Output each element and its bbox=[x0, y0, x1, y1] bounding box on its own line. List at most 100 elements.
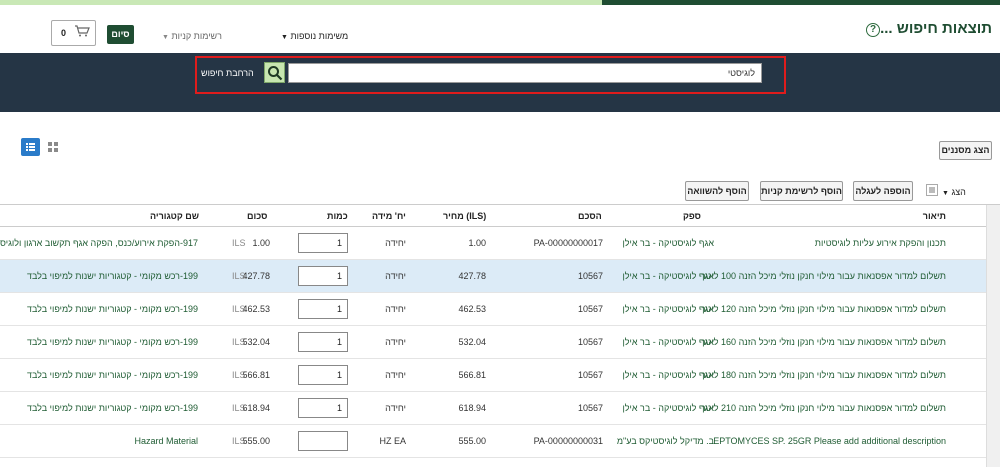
supplier-link[interactable]: אגף לוגיסטיקה - בר אילן bbox=[622, 304, 714, 314]
advanced-search-link[interactable]: הרחבת חיפוש bbox=[201, 68, 254, 78]
view-menu-label: הצג bbox=[951, 187, 966, 197]
detach-icon[interactable] bbox=[926, 184, 938, 196]
list-view-button[interactable] bbox=[21, 138, 40, 156]
currency-code: ILS bbox=[232, 304, 246, 314]
table-row[interactable]: תשלום למדור אפסנאות עבור מילוי חנקן נוזל… bbox=[0, 392, 986, 425]
view-menu[interactable]: ▼ הצג bbox=[942, 187, 966, 197]
agreement-number: PA-00000000031 bbox=[533, 436, 603, 446]
col-price[interactable]: מחיר (ILS) bbox=[443, 211, 486, 221]
col-description[interactable]: תיאור bbox=[923, 211, 946, 221]
uom-value: יחידה bbox=[385, 304, 406, 314]
category-link[interactable]: 199-רכש מקומי - קטגוריות ישנות למיפוי בל… bbox=[27, 403, 198, 413]
agreement-number: PA-00000000017 bbox=[533, 238, 603, 248]
item-description-link[interactable]: EPTOMYCES SP. 25GR Please add additional… bbox=[713, 436, 946, 446]
table-row[interactable]: תשלום למדור אפסנאות עבור מילוי חנקן נוזל… bbox=[0, 260, 986, 293]
cart-button[interactable]: 0 bbox=[51, 20, 96, 46]
search-icon bbox=[268, 66, 283, 81]
item-description-link[interactable]: תשלום למדור אפסנאות עבור מילוי חנקן נוזל… bbox=[701, 304, 946, 314]
agreement-number: 10567 bbox=[577, 403, 603, 413]
agreement-number: 10567 bbox=[577, 370, 603, 380]
price-value: 427.78 bbox=[458, 271, 486, 281]
help-icon[interactable]: ? bbox=[866, 23, 880, 37]
shop-by-category-label: קנה לפי קטגוריה bbox=[889, 116, 927, 141]
category-link[interactable]: 199-רכש מקומי - קטגוריות ישנות למיפוי בל… bbox=[27, 271, 198, 281]
quantity-input[interactable]: 1 bbox=[298, 365, 348, 385]
currency-code: ILS bbox=[232, 271, 246, 281]
amount-value: 427.78 bbox=[242, 271, 270, 281]
price-value: 555.00 bbox=[458, 436, 486, 446]
supplier-link[interactable]: אגף לוגיסטיקה - בר אילן bbox=[622, 271, 714, 281]
supplier-link[interactable]: אגף לוגיסטיקה - בר אילן bbox=[622, 238, 714, 248]
item-description-link[interactable]: תשלום למדור אפסנאות עבור מילוי חנקן נוזל… bbox=[701, 403, 946, 413]
supplier-link[interactable]: אגף לוגיסטיקה - בר אילן bbox=[622, 403, 714, 413]
item-description-link[interactable]: תשלום למדור אפסנאות עבור מילוי חנקן נוזל… bbox=[701, 271, 946, 281]
quantity-input[interactable]: 1 bbox=[298, 233, 348, 253]
supplier-link[interactable]: אגף לוגיסטיקה - בר אילן bbox=[622, 337, 714, 347]
add-to-shopping-list-button[interactable]: הוסף לרשימת קניות bbox=[760, 181, 843, 201]
agreement-number: 10567 bbox=[577, 337, 603, 347]
chevron-down-icon: ▼ bbox=[281, 34, 288, 41]
uom-value: יחידה bbox=[385, 238, 406, 248]
search-button[interactable] bbox=[264, 62, 285, 83]
quantity-input[interactable]: 1 bbox=[298, 299, 348, 319]
list-view-icon bbox=[26, 143, 35, 151]
add-to-cart-button[interactable]: הוספה לעגלה bbox=[853, 181, 913, 201]
results-table: תיאור ספק הסכם מחיר (ILS) יח' מידה כמות … bbox=[0, 204, 1000, 467]
search-input[interactable] bbox=[288, 63, 762, 83]
supplier-link[interactable]: ב. מדיקל לוגיסטיקס בע"מ bbox=[617, 436, 714, 446]
amount-value: 1.00 bbox=[252, 238, 270, 248]
table-row[interactable]: EPTOMYCES SP. 25GR Please add additional… bbox=[0, 425, 986, 458]
category-link[interactable]: 199-רכש מקומי - קטגוריות ישנות למיפוי בל… bbox=[27, 370, 198, 380]
amount-value: 462.53 bbox=[242, 304, 270, 314]
currency-code: ILS bbox=[232, 370, 246, 380]
grid-view-icon[interactable] bbox=[48, 142, 58, 152]
done-button[interactable]: סיום bbox=[107, 25, 134, 44]
amount-value: 532.04 bbox=[242, 337, 270, 347]
uom-value: יחידה bbox=[385, 403, 406, 413]
shop-by-category[interactable]: ▼קנה לפי קטגוריה bbox=[890, 116, 934, 142]
shopping-lists-menu[interactable]: ▼ רשימות קניות bbox=[162, 31, 222, 41]
amount-value: 566.81 bbox=[242, 370, 270, 380]
show-filters-button[interactable]: הצג מסננים bbox=[939, 141, 992, 160]
quantity-input[interactable]: 1 bbox=[298, 266, 348, 286]
add-to-compare-button[interactable]: הוסף להשוואה bbox=[685, 181, 749, 201]
cart-icon bbox=[75, 25, 90, 37]
col-category[interactable]: שם קטגוריה bbox=[150, 211, 199, 221]
category-link[interactable]: 199-רכש מקומי - קטגוריות ישנות למיפוי בל… bbox=[27, 304, 198, 314]
more-tasks-label: משימות נוספות bbox=[290, 31, 349, 41]
col-amount[interactable]: סכום bbox=[247, 211, 267, 221]
category-link[interactable]: 199-רכש מקומי - קטגוריות ישנות למיפוי בל… bbox=[27, 337, 198, 347]
more-tasks-menu[interactable]: ▼ משימות נוספות bbox=[278, 31, 348, 41]
table-row[interactable]: תשלום למדור אפסנאות עבור מילוי חנקן נוזל… bbox=[0, 326, 986, 359]
quantity-input[interactable]: 1 bbox=[298, 398, 348, 418]
price-value: 532.04 bbox=[458, 337, 486, 347]
item-description-link[interactable]: תשלום למדור אפסנאות עבור מילוי חנקן נוזל… bbox=[701, 370, 946, 380]
chevron-down-icon: ▼ bbox=[926, 131, 934, 140]
col-agreement[interactable]: הסכם bbox=[578, 211, 602, 221]
chevron-down-icon: ▼ bbox=[162, 34, 169, 41]
amount-value: 555.00 bbox=[242, 436, 270, 446]
quantity-input[interactable]: 1 bbox=[298, 332, 348, 352]
item-description-link[interactable]: תכנון והפקת אירוע עליות לוגיסטיות bbox=[815, 238, 946, 248]
item-description-link[interactable]: תשלום למדור אפסנאות עבור מילוי חנקן נוזל… bbox=[701, 337, 946, 347]
agreement-number: 10567 bbox=[577, 271, 603, 281]
table-scrollbar[interactable] bbox=[986, 205, 1000, 467]
col-quantity[interactable]: כמות bbox=[327, 211, 348, 221]
currency-code: ILS bbox=[232, 337, 246, 347]
col-supplier[interactable]: ספק bbox=[683, 211, 701, 221]
amount-value: 618.94 bbox=[242, 403, 270, 413]
price-value: 1.00 bbox=[468, 238, 486, 248]
table-row[interactable]: תשלום למדור אפסנאות עבור מילוי חנקן נוזל… bbox=[0, 359, 986, 392]
uom-value: יחידה bbox=[385, 370, 406, 380]
page-title: תוצאות חיפוש ... bbox=[880, 20, 992, 37]
category-link[interactable]: Hazard Material bbox=[134, 436, 198, 446]
table-header: תיאור ספק הסכם מחיר (ILS) יח' מידה כמות … bbox=[0, 205, 986, 227]
col-uom[interactable]: יח' מידה bbox=[372, 211, 406, 221]
table-row[interactable]: תכנון והפקת אירוע עליות לוגיסטיות אגף לוג… bbox=[0, 227, 986, 260]
currency-code: ILS bbox=[232, 238, 246, 248]
category-link[interactable]: 917-הפקת אירוע/כנס, הפקה אגף תקשוב ארגון… bbox=[0, 238, 198, 248]
table-row[interactable]: תשלום למדור אפסנאות עבור מילוי חנקן נוזל… bbox=[0, 293, 986, 326]
uom-value: יחידה bbox=[385, 337, 406, 347]
quantity-input[interactable] bbox=[298, 431, 348, 451]
supplier-link[interactable]: אגף לוגיסטיקה - בר אילן bbox=[622, 370, 714, 380]
